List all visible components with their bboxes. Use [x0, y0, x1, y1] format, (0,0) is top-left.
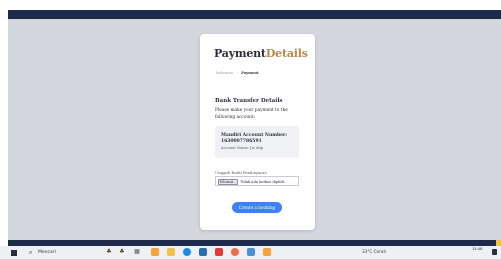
search-icon[interactable]: ⌕ — [29, 249, 32, 257]
weather-widget[interactable]: 33°C Cerah — [362, 249, 386, 254]
title-part-details: Details — [265, 47, 308, 60]
title-part-payment: Payment — [214, 47, 266, 60]
notification-icon[interactable] — [492, 249, 497, 255]
people-icon[interactable]: ♣ — [105, 248, 113, 256]
mail-icon[interactable] — [215, 248, 223, 256]
taskbar-search[interactable]: Mencari — [38, 250, 56, 255]
windows-start-icon[interactable] — [11, 250, 17, 256]
create-booking-button[interactable]: Create a booking — [232, 202, 282, 213]
account-info-box: Mandiri Account Number: 1630007786591 Ac… — [215, 126, 299, 158]
clock[interactable]: 15:48 — [472, 247, 482, 252]
bank-transfer-description: Please make your payment to the followin… — [215, 108, 288, 120]
store-icon[interactable] — [199, 248, 207, 256]
page-title: PaymentDetails — [214, 47, 308, 60]
chrome-icon[interactable] — [151, 248, 159, 256]
vscode-icon[interactable] — [247, 248, 255, 256]
breadcrumb-separator: › — [236, 71, 239, 75]
bank-transfer-heading: Bank Transfer Details — [215, 98, 283, 104]
account-number-value: 1630007786591 — [221, 139, 262, 144]
breadcrumb-step-payment: Payment — [241, 71, 259, 75]
breadcrumb: Informasi › Payment — [216, 71, 259, 75]
payment-proof-file-input[interactable]: Telusuri... Tidak ada berkas dipilih. — [215, 176, 299, 186]
screen-left-edge — [0, 0, 8, 246]
breadcrumb-step-informasi[interactable]: Informasi — [216, 71, 234, 75]
os-taskbar: ⌕ Mencari ♣ ♣ ▦ 33°C Cerah 15:48 — [0, 246, 501, 259]
site-header-strip — [8, 10, 501, 19]
browse-file-button[interactable]: Telusuri... — [218, 178, 238, 185]
edge-icon[interactable] — [183, 248, 191, 256]
file-explorer-icon[interactable] — [167, 248, 175, 256]
upload-proof-label: Unggah Bukti Pembayaran — [215, 170, 267, 175]
browser-icon[interactable] — [231, 248, 239, 256]
payment-card: PaymentDetails Informasi › Payment Bank … — [200, 34, 315, 230]
account-number-label: Mandiri Account Number: — [221, 133, 288, 138]
browser-top-bar — [8, 0, 501, 19]
folder-icon[interactable] — [263, 248, 271, 256]
account-name: Account Name: Jiz Atlp — [221, 146, 264, 150]
file-status-text: Tidak ada berkas dipilih. — [240, 179, 286, 184]
clock-time: 15:48 — [472, 247, 483, 251]
task-view-icon[interactable]: ▦ — [133, 248, 141, 256]
widgets-icon[interactable]: ♣ — [118, 248, 126, 256]
